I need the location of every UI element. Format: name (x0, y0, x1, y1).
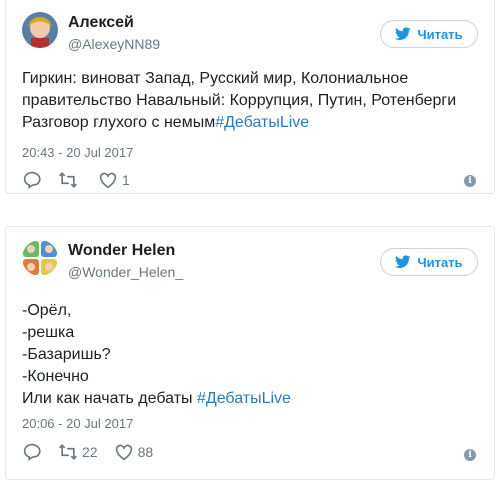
avatar[interactable] (22, 12, 58, 48)
action-bar: 1 (22, 171, 146, 189)
avatar-image (22, 12, 58, 48)
retweet-icon (59, 444, 77, 460)
reply-icon (23, 443, 41, 461)
avatar-image (22, 240, 58, 276)
twitter-bird-icon (395, 27, 412, 41)
heart-icon (99, 172, 117, 189)
follow-label: Читать (417, 254, 463, 270)
tweet-card: Wonder Helen @Wonder_Helen_ Читать -Орёл… (5, 226, 495, 480)
author-name[interactable]: Алексей (68, 14, 134, 32)
retweet-button[interactable]: 22 (58, 443, 98, 461)
hashtag-link[interactable]: #ДебатыLive (197, 390, 291, 407)
follow-button[interactable]: Читать (380, 248, 478, 276)
reply-button[interactable] (22, 171, 42, 189)
like-button[interactable]: 1 (98, 171, 130, 189)
like-count: 88 (137, 444, 154, 460)
like-button[interactable]: 88 (114, 443, 154, 461)
reply-button[interactable] (22, 443, 42, 461)
tweet-text: Гиркин: виноват Запад, Русский мир, Коло… (22, 68, 456, 134)
author-name[interactable]: Wonder Helen (68, 242, 175, 260)
author-handle[interactable]: @AlexeyNN89 (68, 36, 160, 52)
timestamp[interactable]: 20:06 - 20 Jul 2017 (22, 416, 133, 431)
twitter-bird-icon (395, 255, 412, 269)
reply-icon (23, 171, 41, 189)
timestamp[interactable]: 20:43 - 20 Jul 2017 (22, 145, 133, 160)
follow-label: Читать (417, 26, 463, 42)
author-handle[interactable]: @Wonder_Helen_ (68, 264, 183, 280)
info-icon[interactable]: i (464, 449, 476, 461)
retweet-button[interactable] (58, 171, 82, 189)
retweet-icon (59, 172, 77, 188)
tweet-text: -Орёл, -решка -Базаришь? -Конечно Или ка… (22, 300, 291, 410)
retweet-count: 22 (82, 444, 98, 460)
action-bar: 22 88 (22, 443, 169, 461)
tweet-body: -Орёл, -решка -Базаришь? -Конечно Или ка… (22, 302, 193, 407)
hashtag-link[interactable]: #ДебатыLive (215, 114, 309, 131)
heart-icon (115, 444, 132, 461)
avatar[interactable] (22, 240, 58, 276)
info-icon[interactable]: i (464, 175, 476, 187)
follow-button[interactable]: Читать (380, 20, 478, 48)
like-count: 1 (122, 172, 130, 188)
tweet-card: Алексей @AlexeyNN89 Читать Гиркин: винов… (5, 0, 495, 194)
